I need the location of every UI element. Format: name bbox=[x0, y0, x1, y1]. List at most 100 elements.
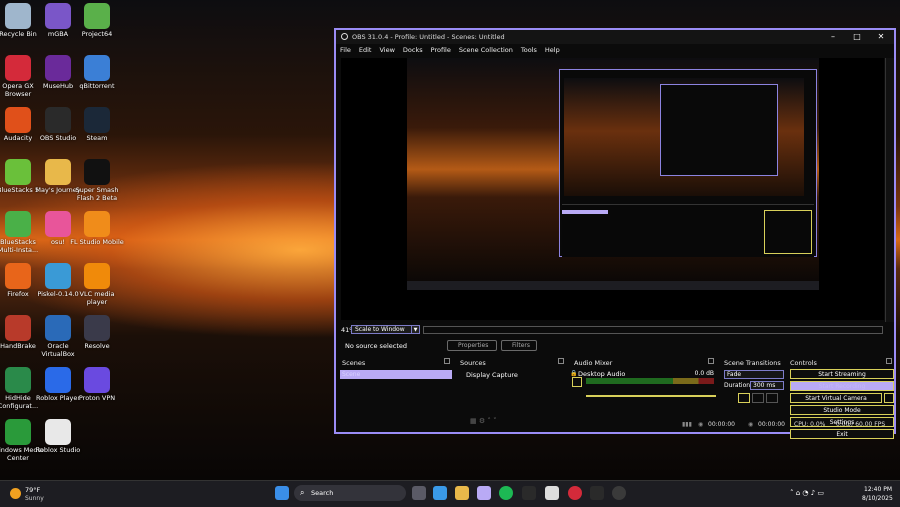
duration-label: Duration bbox=[724, 382, 751, 389]
virtual-camera-settings-button[interactable] bbox=[884, 393, 894, 403]
zoom-bar: 41% Scale to Window ▼ bbox=[339, 325, 886, 335]
clock-date[interactable]: 8/10/2025 bbox=[862, 495, 893, 502]
menu-edit[interactable]: Edit bbox=[355, 44, 376, 56]
properties-button[interactable]: Properties bbox=[447, 340, 497, 351]
menu-tools[interactable]: Tools bbox=[517, 44, 541, 56]
menu-help[interactable]: Help bbox=[541, 44, 564, 56]
piskel-icon bbox=[45, 263, 71, 289]
taskbar-app-icon-2[interactable] bbox=[522, 486, 536, 500]
filters-button[interactable]: Filters bbox=[501, 340, 537, 351]
fps-readout: 0.00 / 60.00 FPS bbox=[836, 421, 886, 428]
task-view-icon[interactable] bbox=[412, 486, 426, 500]
desktop-icon[interactable]: Resolve bbox=[70, 315, 124, 351]
dock-undock-icon[interactable] bbox=[708, 358, 714, 364]
preview-taskbar bbox=[407, 281, 819, 290]
volume-slider[interactable] bbox=[586, 395, 716, 397]
source-item[interactable]: Display Capture bbox=[466, 371, 518, 379]
desktop-icon[interactable]: Proton VPN bbox=[70, 367, 124, 403]
desktop-icon-label: Resolve bbox=[84, 342, 110, 350]
obs-taskbar-icon[interactable] bbox=[612, 486, 626, 500]
desktop-icon-label: FL Studio Mobile bbox=[70, 238, 124, 246]
hidhide-icon bbox=[5, 367, 31, 393]
fl-studio-icon bbox=[84, 211, 110, 237]
qbittorrent-icon bbox=[84, 55, 110, 81]
no-source-label: No source selected bbox=[345, 342, 407, 350]
desktop-icon-label: Project64 bbox=[81, 30, 113, 38]
desktop-icon-label: Roblox Studio bbox=[35, 446, 81, 454]
file-explorer-icon[interactable] bbox=[455, 486, 469, 500]
desktop-icon[interactable]: Super Smash Flash 2 Beta bbox=[70, 159, 124, 202]
desktop-icon-label: Steam bbox=[86, 134, 108, 142]
preview-canvas[interactable] bbox=[341, 58, 884, 320]
maximize-button[interactable]: □ bbox=[846, 30, 868, 44]
stream-time-icon: ◉ bbox=[748, 421, 754, 428]
preview-horizontal-scrollbar[interactable] bbox=[423, 326, 883, 334]
start-recording-button[interactable]: Start Recording bbox=[790, 381, 894, 391]
menu-docks[interactable]: Docks bbox=[399, 44, 427, 56]
taskbar-app-icon[interactable] bbox=[477, 486, 491, 500]
search-box[interactable]: ⌕ Search bbox=[294, 485, 406, 501]
record-time: 00:00:00 bbox=[708, 421, 735, 428]
controls-title: Controls bbox=[790, 359, 817, 367]
window-title: OBS 31.0.4 - Profile: Untitled - Scenes:… bbox=[352, 33, 505, 41]
studio-mode-button[interactable]: Studio Mode bbox=[790, 405, 894, 415]
taskbar: 79°F Sunny ⌕ Search ˄ ⌂ ◔ ♪ ▭ 12:40 PM 8… bbox=[0, 480, 900, 507]
ssf2-taskbar-icon[interactable] bbox=[590, 486, 604, 500]
obs-window[interactable]: OBS 31.0.4 - Profile: Untitled - Scenes:… bbox=[334, 28, 896, 439]
firefox-icon bbox=[5, 263, 31, 289]
desktop-icon[interactable]: qBittorrent bbox=[70, 55, 124, 91]
transition-select[interactable]: Fade bbox=[724, 370, 784, 379]
dock-undock-icon[interactable] bbox=[558, 358, 564, 364]
dock-undock-icon[interactable] bbox=[886, 358, 892, 364]
project64-icon bbox=[84, 3, 110, 29]
start-button[interactable] bbox=[275, 486, 289, 500]
start-virtual-camera-button[interactable]: Start Virtual Camera bbox=[790, 393, 882, 403]
notepad-icon[interactable] bbox=[545, 486, 559, 500]
menu-scene-collection[interactable]: Scene Collection bbox=[455, 44, 517, 56]
desktop-icon[interactable]: Project64 bbox=[70, 3, 124, 39]
menu-profile[interactable]: Profile bbox=[427, 44, 455, 56]
chevron-down-icon[interactable]: ▼ bbox=[411, 325, 420, 334]
mixer-channel-select[interactable] bbox=[572, 377, 582, 387]
cpu-usage: CPU: 0.0% bbox=[794, 421, 826, 428]
start-streaming-button[interactable]: Start Streaming bbox=[790, 369, 894, 379]
desktop-icon[interactable]: FL Studio Mobile bbox=[70, 211, 124, 247]
desktop-icon[interactable]: VLC media player bbox=[70, 263, 124, 306]
scene-item[interactable]: Scene bbox=[340, 370, 452, 379]
minimize-button[interactable]: – bbox=[822, 30, 844, 44]
desktop: Recycle Bin mGBA Project64 Opera GX Browser… bbox=[0, 0, 900, 480]
obs-icon bbox=[45, 107, 71, 133]
menu-file[interactable]: File bbox=[336, 44, 355, 56]
tray-icons[interactable]: ˄ ⌂ ◔ ♪ ▭ bbox=[790, 489, 824, 497]
media-center-icon bbox=[5, 419, 31, 445]
audio-mixer-title: Audio Mixer bbox=[574, 359, 613, 367]
spotify-icon[interactable] bbox=[499, 486, 513, 500]
menu-view[interactable]: View bbox=[375, 44, 398, 56]
remove-transition-button[interactable] bbox=[752, 393, 764, 403]
source-toolbar: No source selected Properties Filters bbox=[339, 339, 886, 353]
clock-time[interactable]: 12:40 PM bbox=[864, 486, 892, 493]
preview-vertical-scrollbar[interactable] bbox=[885, 58, 894, 322]
lock-icon[interactable]: 🔒 bbox=[570, 370, 577, 377]
add-transition-button[interactable] bbox=[738, 393, 750, 403]
transition-properties-button[interactable] bbox=[766, 393, 778, 403]
steam-icon bbox=[84, 107, 110, 133]
dock-undock-icon[interactable] bbox=[444, 358, 450, 364]
roblox-studio-icon bbox=[45, 419, 71, 445]
copilot-icon[interactable] bbox=[433, 486, 447, 500]
close-button[interactable]: ✕ bbox=[870, 30, 892, 44]
duration-input[interactable]: 300 ms bbox=[750, 381, 784, 390]
menu-bar: File Edit View Docks Profile Scene Collection… bbox=[336, 44, 894, 56]
scale-mode-select[interactable]: Scale to Window bbox=[351, 325, 419, 334]
search-icon: ⌕ bbox=[300, 488, 305, 497]
signal-icon: ▮▮▮ bbox=[682, 421, 692, 428]
sources-title: Sources bbox=[460, 359, 486, 367]
desktop-icon[interactable]: Steam bbox=[70, 107, 124, 143]
desktop-icon[interactable]: Roblox Studio bbox=[31, 419, 85, 455]
virtualbox-icon bbox=[45, 315, 71, 341]
opera-gx-taskbar-icon[interactable] bbox=[568, 486, 582, 500]
title-bar[interactable]: OBS 31.0.4 - Profile: Untitled - Scenes:… bbox=[336, 30, 894, 44]
sun-icon[interactable] bbox=[10, 488, 21, 499]
weather-desc[interactable]: Sunny bbox=[25, 495, 44, 502]
weather-temp[interactable]: 79°F bbox=[25, 486, 40, 494]
